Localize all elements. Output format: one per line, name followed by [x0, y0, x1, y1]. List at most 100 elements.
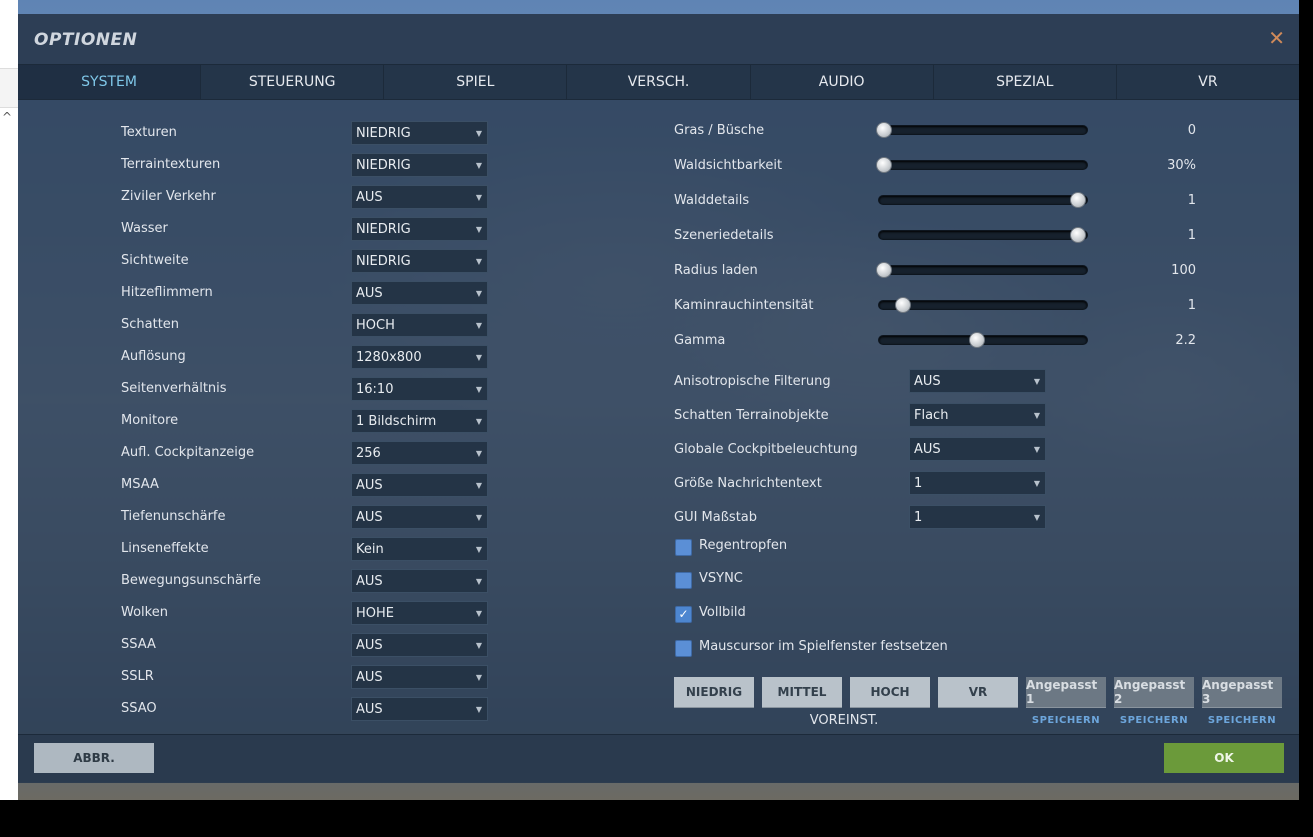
select-value: 1: [914, 510, 923, 525]
select-value: Kein: [356, 542, 384, 557]
slider-kaminrauchintensität[interactable]: [878, 297, 1088, 313]
select-ziviler-verkehr[interactable]: AUS ▼: [351, 185, 488, 209]
save-custom-3-link[interactable]: SPEICHERN: [1202, 715, 1282, 726]
select-value: 1280x800: [356, 350, 422, 365]
slider-knob[interactable]: [1070, 192, 1086, 208]
select-bewegungsunschärfe[interactable]: AUS ▼: [351, 569, 488, 593]
preset-hoch-button[interactable]: HOCH: [850, 677, 930, 707]
slider-knob[interactable]: [895, 297, 911, 313]
cancel-button[interactable]: ABBR.: [34, 743, 154, 773]
select-sslr[interactable]: AUS ▼: [351, 665, 488, 689]
tab-versch[interactable]: VERSCH.: [567, 65, 751, 99]
select-tiefenunschärfe[interactable]: AUS ▼: [351, 505, 488, 529]
select-auflösung[interactable]: 1280x800 ▼: [351, 345, 488, 369]
dialog-title: OPTIONEN: [34, 30, 138, 50]
select-value: HOHE: [356, 606, 394, 621]
chevron-down-icon: ▼: [475, 193, 482, 202]
slider-label-szeneriedetails: Szeneriedetails: [674, 228, 774, 243]
select-seitenverhältnis[interactable]: 16:10 ▼: [351, 377, 488, 401]
ok-button[interactable]: OK: [1164, 743, 1284, 773]
checkbox-label-regentropfen: Regentropfen: [699, 538, 788, 553]
host-window-edge: ^: [0, 0, 18, 800]
slider-label-walddetails: Walddetails: [674, 193, 750, 208]
tab-audio[interactable]: AUDIO: [751, 65, 934, 99]
host-toolbar: [0, 68, 18, 108]
preset-mittel-button[interactable]: MITTEL: [762, 677, 842, 707]
setting-label-texturen: Texturen: [121, 125, 177, 140]
select-globale-cockpitbeleuchtung[interactable]: AUS ▼: [909, 437, 1046, 461]
select-sichtweite[interactable]: NIEDRIG ▼: [351, 249, 488, 273]
slider-knob[interactable]: [1070, 227, 1086, 243]
setting-label-wasser: Wasser: [121, 221, 168, 236]
select-schatten-terrainobjekte[interactable]: Flach ▼: [909, 403, 1046, 427]
slider-knob[interactable]: [876, 157, 892, 173]
select-monitore[interactable]: 1 Bildschirm ▼: [351, 409, 488, 433]
tab-vr[interactable]: VR: [1117, 65, 1299, 99]
checkbox-vollbild[interactable]: ✓: [675, 606, 692, 623]
save-custom-1-link[interactable]: SPEICHERN: [1026, 715, 1106, 726]
title-bar: OPTIONEN ✕: [18, 14, 1299, 64]
select-aufl-cockpitanzeige[interactable]: 256 ▼: [351, 441, 488, 465]
slider-gras-büsche[interactable]: [876, 122, 1088, 138]
preset-niedrig-button[interactable]: NIEDRIG: [674, 677, 754, 707]
setting-label-monitore: Monitore: [121, 413, 179, 428]
select-msaa[interactable]: AUS ▼: [351, 473, 488, 497]
slider-walddetails[interactable]: [878, 192, 1088, 208]
checkbox-label-vollbild: Vollbild: [699, 605, 746, 620]
tab-system[interactable]: SYSTEM: [18, 65, 202, 99]
chevron-down-icon: ▼: [475, 513, 482, 522]
save-custom-2-link[interactable]: SPEICHERN: [1114, 715, 1194, 726]
slider-knob[interactable]: [876, 262, 892, 278]
select-texturen[interactable]: NIEDRIG ▼: [351, 121, 488, 145]
tab-spiel[interactable]: SPIEL: [384, 65, 568, 99]
checkbox-vsync[interactable]: [675, 572, 692, 589]
tab-steuerung[interactable]: STEUERUNG: [201, 65, 385, 99]
slider-radius-laden[interactable]: [876, 262, 1088, 278]
checkbox-mauscursor-im-spielfenster-festsetzen[interactable]: [675, 640, 692, 657]
chevron-down-icon: ▼: [475, 673, 482, 682]
select-wolken[interactable]: HOHE ▼: [351, 601, 488, 625]
preset-vr-button[interactable]: VR: [938, 677, 1018, 707]
slider-waldsichtbarkeit[interactable]: [876, 157, 1088, 173]
select-linseneffekte[interactable]: Kein ▼: [351, 537, 488, 561]
chevron-down-icon: ▼: [475, 257, 482, 266]
select-value: 1 Bildschirm: [356, 414, 437, 429]
select-ssao[interactable]: AUS ▼: [351, 697, 488, 721]
setting-label-msaa: MSAA: [121, 477, 159, 492]
select-schatten[interactable]: HOCH ▼: [351, 313, 488, 337]
slider-gamma[interactable]: [878, 332, 1088, 348]
select-terraintexturen[interactable]: NIEDRIG ▼: [351, 153, 488, 177]
chevron-down-icon: ▼: [475, 609, 482, 618]
select-anisotropische-filterung[interactable]: AUS ▼: [909, 369, 1046, 393]
chevron-down-icon: ▼: [475, 545, 482, 554]
setting-label-gui-maßstab: GUI Maßstab: [674, 510, 758, 525]
chevron-down-icon: ▼: [475, 129, 482, 138]
slider-value: 1: [1187, 193, 1196, 208]
chevron-down-icon: ▼: [475, 385, 482, 394]
tab-spezial[interactable]: SPEZIAL: [934, 65, 1117, 99]
presets-caption: VOREINST.: [809, 713, 879, 728]
select-value: NIEDRIG: [356, 254, 411, 269]
chevron-down-icon: ▼: [1033, 377, 1040, 386]
custom-preset-3-button[interactable]: Angepasst 3: [1202, 677, 1282, 707]
custom-preset-2-button[interactable]: Angepasst 2: [1114, 677, 1194, 707]
chevron-down-icon: ▼: [475, 481, 482, 490]
slider-knob[interactable]: [876, 122, 892, 138]
select-value: NIEDRIG: [356, 126, 411, 141]
checkbox-regentropfen[interactable]: [675, 539, 692, 556]
chevron-up-icon[interactable]: ^: [2, 111, 16, 123]
custom-preset-1-button[interactable]: Angepasst 1: [1026, 677, 1106, 707]
select-größe-nachrichtentext[interactable]: 1 ▼: [909, 471, 1046, 495]
close-icon[interactable]: ✕: [1268, 27, 1285, 49]
select-ssaa[interactable]: AUS ▼: [351, 633, 488, 657]
setting-label-seitenverhältnis: Seitenverhältnis: [121, 381, 227, 396]
select-gui-maßstab[interactable]: 1 ▼: [909, 505, 1046, 529]
setting-label-anisotropische-filterung: Anisotropische Filterung: [674, 374, 831, 389]
checkbox-label-vsync: VSYNC: [699, 571, 743, 586]
chevron-down-icon: ▼: [475, 705, 482, 714]
select-hitzeflimmern[interactable]: AUS ▼: [351, 281, 488, 305]
slider-knob[interactable]: [969, 332, 985, 348]
select-wasser[interactable]: NIEDRIG ▼: [351, 217, 488, 241]
select-value: 1: [914, 476, 923, 491]
slider-szeneriedetails[interactable]: [878, 227, 1088, 243]
